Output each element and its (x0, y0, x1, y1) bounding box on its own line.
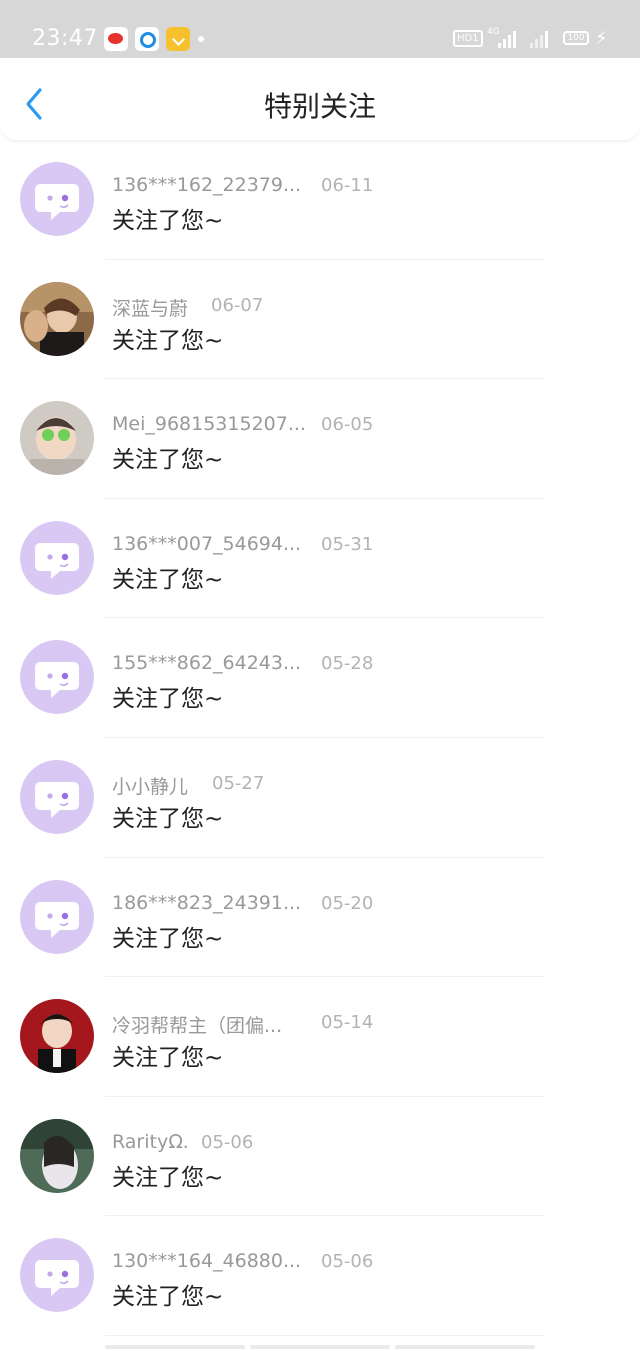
status-time: 23:47 (32, 26, 98, 51)
network-type-label: 4G (487, 27, 500, 37)
notification-row[interactable]: 深蓝与蔚 06-07 关注了您~ (0, 260, 640, 380)
notification-date: 05-14 (321, 1012, 374, 1034)
notification-date: 05-31 (321, 533, 374, 555)
notification-row[interactable]: 136***007_54694... 05-31 关注了您~ (0, 499, 640, 619)
notification-message: 关注了您~ (112, 1045, 224, 1072)
user-name: 136***007_54694... (112, 532, 302, 555)
default-avatar[interactable] (20, 1238, 94, 1313)
notification-row[interactable]: 186***823_24391... 05-20 关注了您~ (0, 858, 640, 978)
hd-icon: HD1 (453, 30, 483, 47)
battery-icon: 100 (563, 31, 589, 45)
page-title: 特别关注 (263, 90, 376, 123)
user-name: 155***862_64243... (112, 652, 302, 675)
notification-message: 关注了您~ (112, 1284, 224, 1311)
user-name: 小小静儿 (112, 775, 189, 798)
notification-row[interactable]: 130***164_46880... 05-06 关注了您~ (0, 1216, 640, 1336)
default-avatar[interactable] (20, 520, 94, 595)
notification-row[interactable]: 136***162_22379... 06-11 关注了您~ (0, 140, 640, 260)
notification-date: 05-27 (212, 772, 265, 794)
notification-message: 关注了您~ (112, 566, 224, 593)
notification-row[interactable]: 小小静儿 05-27 关注了您~ (0, 738, 640, 858)
bottom-edge (105, 1345, 535, 1351)
default-avatar[interactable] (20, 640, 94, 715)
header-bar: 特别关注 (0, 58, 640, 140)
notification-date: 05-28 (321, 653, 374, 675)
notification-message: 关注了您~ (112, 805, 224, 832)
notification-date: 06-11 (321, 175, 374, 196)
default-avatar[interactable] (20, 759, 94, 834)
notification-row[interactable]: 冷羽帮帮主（团偏... 05-14 关注了您~ (0, 977, 640, 1097)
notification-row[interactable]: Mei_96815315207... 06-05 关注了您~ (0, 379, 640, 499)
row-divider (105, 1334, 545, 1336)
notification-message: 关注了您~ (112, 686, 224, 713)
notification-message: 关注了您~ (112, 925, 224, 952)
notification-date: 05-20 (321, 892, 374, 914)
notification-dot-icon (198, 36, 204, 42)
weibo-icon (104, 27, 128, 51)
user-name: RarityΩ. (112, 1130, 189, 1153)
avatar[interactable] (20, 281, 94, 356)
status-bar: 23:47 HD1 4G 100 ⚡ (0, 0, 640, 58)
default-avatar[interactable] (20, 879, 94, 954)
user-name: 186***823_24391... (112, 891, 302, 914)
avatar[interactable] (20, 999, 94, 1074)
notification-date: 05-06 (201, 1131, 254, 1153)
notification-row[interactable]: RarityΩ. 05-06 关注了您~ (0, 1097, 640, 1217)
notification-message: 关注了您~ (112, 208, 224, 234)
notification-message: 关注了您~ (112, 327, 224, 354)
notification-date: 06-07 (211, 294, 264, 316)
notification-date: 06-05 (321, 414, 374, 436)
avatar[interactable] (20, 401, 94, 476)
default-avatar[interactable] (20, 162, 94, 236)
notification-message: 关注了您~ (112, 447, 224, 474)
user-name: 130***164_46880... (112, 1250, 302, 1273)
user-name: Mei_96815315207... (112, 413, 306, 436)
user-name: 深蓝与蔚 (112, 297, 189, 320)
notification-message: 关注了您~ (112, 1164, 224, 1191)
blue-app-icon (135, 27, 159, 51)
yellow-app-icon (166, 27, 190, 51)
user-name: 136***162_22379... (112, 174, 302, 196)
notification-date: 05-06 (321, 1251, 374, 1273)
user-name: 冷羽帮帮主（团偏... (112, 1015, 283, 1038)
charging-icon: ⚡ (595, 28, 608, 49)
notification-row[interactable]: 155***862_64243... 05-28 关注了您~ (0, 618, 640, 738)
avatar[interactable] (20, 1118, 94, 1193)
follow-notification-list: 136***162_22379... 06-11 关注了您~ 深蓝与蔚 06-07 关注… (0, 140, 640, 1336)
